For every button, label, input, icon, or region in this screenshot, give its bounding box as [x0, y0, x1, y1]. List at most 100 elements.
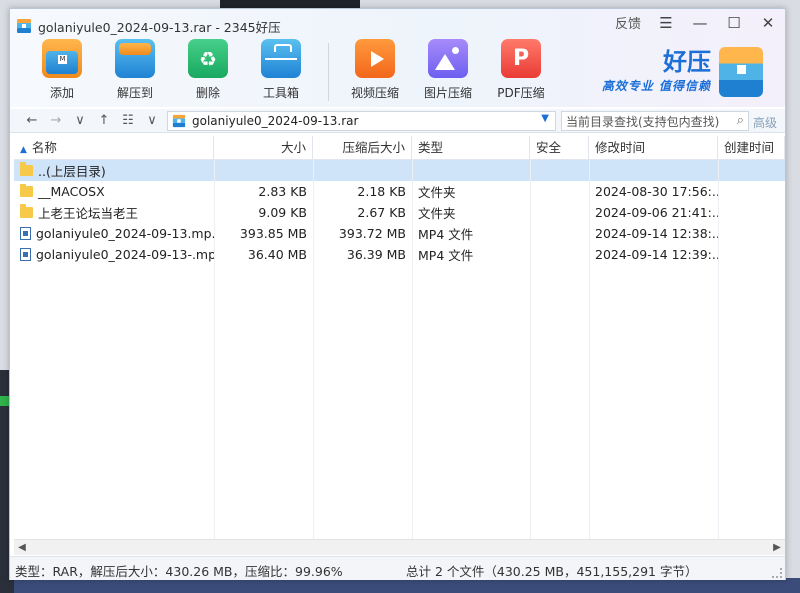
main-toolbar: 添加 解压到 删除 工具箱 视频压缩 图片压缩 [30, 39, 562, 101]
path-combobox[interactable]: golaniyule0_2024-09-13.rar ▼ [167, 111, 556, 131]
toolbar-separator [328, 43, 329, 101]
cell-type: 文件夹 [418, 206, 456, 221]
brand-name: 好压 [663, 48, 711, 76]
up-arrow-icon[interactable]: ↑ [92, 113, 116, 128]
table-body: ..(上层目录) __MACOSX 2.83 KB 2.18 KB 文件夹 2024-08… [14, 160, 785, 265]
image-compress-label: 图片压缩 [423, 86, 472, 100]
folder-icon [20, 162, 33, 176]
column-divider [718, 160, 719, 539]
column-divider [214, 160, 215, 539]
recycle-delete-icon [188, 39, 228, 78]
path-dropdown-icon[interactable]: ▼ [541, 113, 549, 124]
desktop-background-top [220, 0, 360, 8]
table-row[interactable]: golaniyule0_2024-09-13.mp... 393.85 MB 393… [14, 223, 785, 244]
file-name: golaniyule0_2024-09-13.mp... [36, 226, 214, 241]
pdf-compress-label: PDF压缩 [497, 86, 545, 100]
taskbar-fragment [14, 578, 800, 593]
cell-modified: 2024-08-30 17:56:... [595, 184, 718, 199]
column-divider [589, 160, 590, 539]
back-arrow-icon[interactable]: ← [20, 113, 44, 128]
video-compress-icon [355, 39, 395, 78]
pdf-compress-button[interactable]: PDF压缩 [489, 39, 553, 101]
column-header-modified[interactable]: 修改时间 [589, 136, 718, 160]
search-icon[interactable]: ⌕ [737, 113, 744, 128]
advanced-search-link[interactable]: 高级 [753, 114, 777, 131]
column-header-type[interactable]: 类型 [412, 136, 530, 160]
table-row[interactable]: ..(上层目录) [14, 160, 785, 181]
video-compress-button[interactable]: 视频压缩 [343, 39, 407, 101]
file-table: ▲ 名称 大小 压缩后大小 类型 安全 修改时间 创建时间 ..(上层目录) __M… [14, 136, 785, 539]
column-header-name[interactable]: ▲ 名称 [14, 136, 214, 160]
file-name: golaniyule0_2024-09-13-.mp... [36, 247, 214, 262]
cell-type: MP4 文件 [418, 248, 474, 263]
cell-packed: 2.67 KB [357, 205, 406, 220]
cell-packed: 36.39 MB [346, 247, 406, 262]
table-header: ▲ 名称 大小 压缩后大小 类型 安全 修改时间 创建时间 [14, 136, 785, 160]
cell-modified: 2024-09-14 12:38:... [595, 226, 718, 241]
extract-icon [115, 39, 155, 78]
scroll-left-icon[interactable]: ◀ [14, 540, 30, 555]
extract-label: 解压到 [116, 86, 153, 100]
brand-text: 好压 高效专业 值得信赖 [602, 47, 711, 94]
delete-button[interactable]: 删除 [176, 39, 240, 101]
horizontal-scrollbar[interactable]: ◀ ▶ [14, 539, 785, 555]
column-header-created[interactable]: 创建时间 [718, 136, 785, 160]
hamburger-icon[interactable]: ☰ [657, 14, 675, 32]
video-compress-label: 视频压缩 [350, 86, 399, 100]
column-divider [412, 160, 413, 539]
cell-name: 上老王论坛当老王 [14, 203, 214, 222]
file-name: 上老王论坛当老王 [38, 206, 139, 221]
feedback-button[interactable]: 反馈 [615, 13, 641, 32]
add-archive-icon [42, 39, 82, 78]
column-header-packed[interactable]: 压缩后大小 [313, 136, 412, 160]
add-button[interactable]: 添加 [30, 39, 94, 101]
view-mode-icon[interactable]: ☷ [116, 113, 140, 128]
window-title: golaniyule0_2024-09-13.rar - 2345好压 [38, 19, 281, 35]
table-row[interactable]: golaniyule0_2024-09-13-.mp... 36.40 MB 36.… [14, 244, 785, 265]
extract-to-button[interactable]: 解压到 [103, 39, 167, 101]
cell-type: 文件夹 [418, 185, 456, 200]
search-input[interactable]: 当前目录查找(支持包内查找) ⌕ [561, 111, 749, 131]
table-row[interactable]: __MACOSX 2.83 KB 2.18 KB 文件夹 2024-08-30 17:5… [14, 181, 785, 202]
close-icon[interactable]: ✕ [759, 14, 777, 32]
file-name: __MACOSX [38, 184, 105, 199]
sort-up-icon: ▲ [20, 145, 27, 155]
status-bar: 类型：RAR，解压后大小：430.26 MB，压缩比：99.96% 总计 2 个… [10, 556, 785, 580]
history-chevron-icon[interactable]: ∨ [68, 113, 92, 128]
delete-label: 删除 [195, 86, 220, 100]
cell-name: ..(上层目录) [14, 161, 214, 180]
file-name: ..(上层目录) [38, 164, 106, 179]
resize-grip-icon[interactable] [772, 568, 782, 578]
view-mode-chevron-icon[interactable]: ∨ [140, 113, 164, 128]
folder-icon [20, 204, 33, 218]
brand-logo-icon [719, 47, 763, 97]
toolbox-icon [261, 39, 301, 78]
cell-size: 36.40 MB [247, 247, 307, 262]
cell-size: 2.83 KB [258, 184, 307, 199]
cell-name: __MACOSX [14, 184, 214, 199]
cell-name: golaniyule0_2024-09-13-.mp... [14, 247, 214, 262]
folder-icon [20, 184, 33, 197]
mp4-file-icon [20, 227, 31, 240]
scroll-right-icon[interactable]: ▶ [769, 540, 785, 555]
column-header-size[interactable]: 大小 [214, 136, 313, 160]
forward-arrow-icon[interactable]: → [44, 113, 68, 128]
address-bar: ← → ∨ ↑ ☷ ∨ golaniyule0_2024-09-13.rar ▼… [10, 109, 785, 133]
minimize-icon[interactable]: — [691, 14, 709, 32]
maximize-icon[interactable]: ☐ [725, 14, 743, 32]
pdf-compress-icon [501, 39, 541, 78]
haozip-app-icon [17, 19, 31, 33]
cell-size: 9.09 KB [258, 205, 307, 220]
cell-type: MP4 文件 [418, 227, 474, 242]
image-compress-button[interactable]: 图片压缩 [416, 39, 480, 101]
rar-file-icon [172, 114, 186, 128]
mp4-file-icon [20, 248, 31, 261]
search-placeholder: 当前目录查找(支持包内查找) [566, 114, 720, 129]
cell-packed: 2.18 KB [357, 184, 406, 199]
toolbox-button[interactable]: 工具箱 [249, 39, 313, 101]
column-header-security[interactable]: 安全 [530, 136, 589, 160]
table-row[interactable]: 上老王论坛当老王 9.09 KB 2.67 KB 文件夹 2024-09-06 21:4… [14, 202, 785, 223]
window-header: golaniyule0_2024-09-13.rar - 2345好压 反馈 ☰… [10, 9, 785, 107]
brand-area: 好压 高效专业 值得信赖 [602, 47, 763, 97]
path-text: golaniyule0_2024-09-13.rar [192, 114, 359, 128]
